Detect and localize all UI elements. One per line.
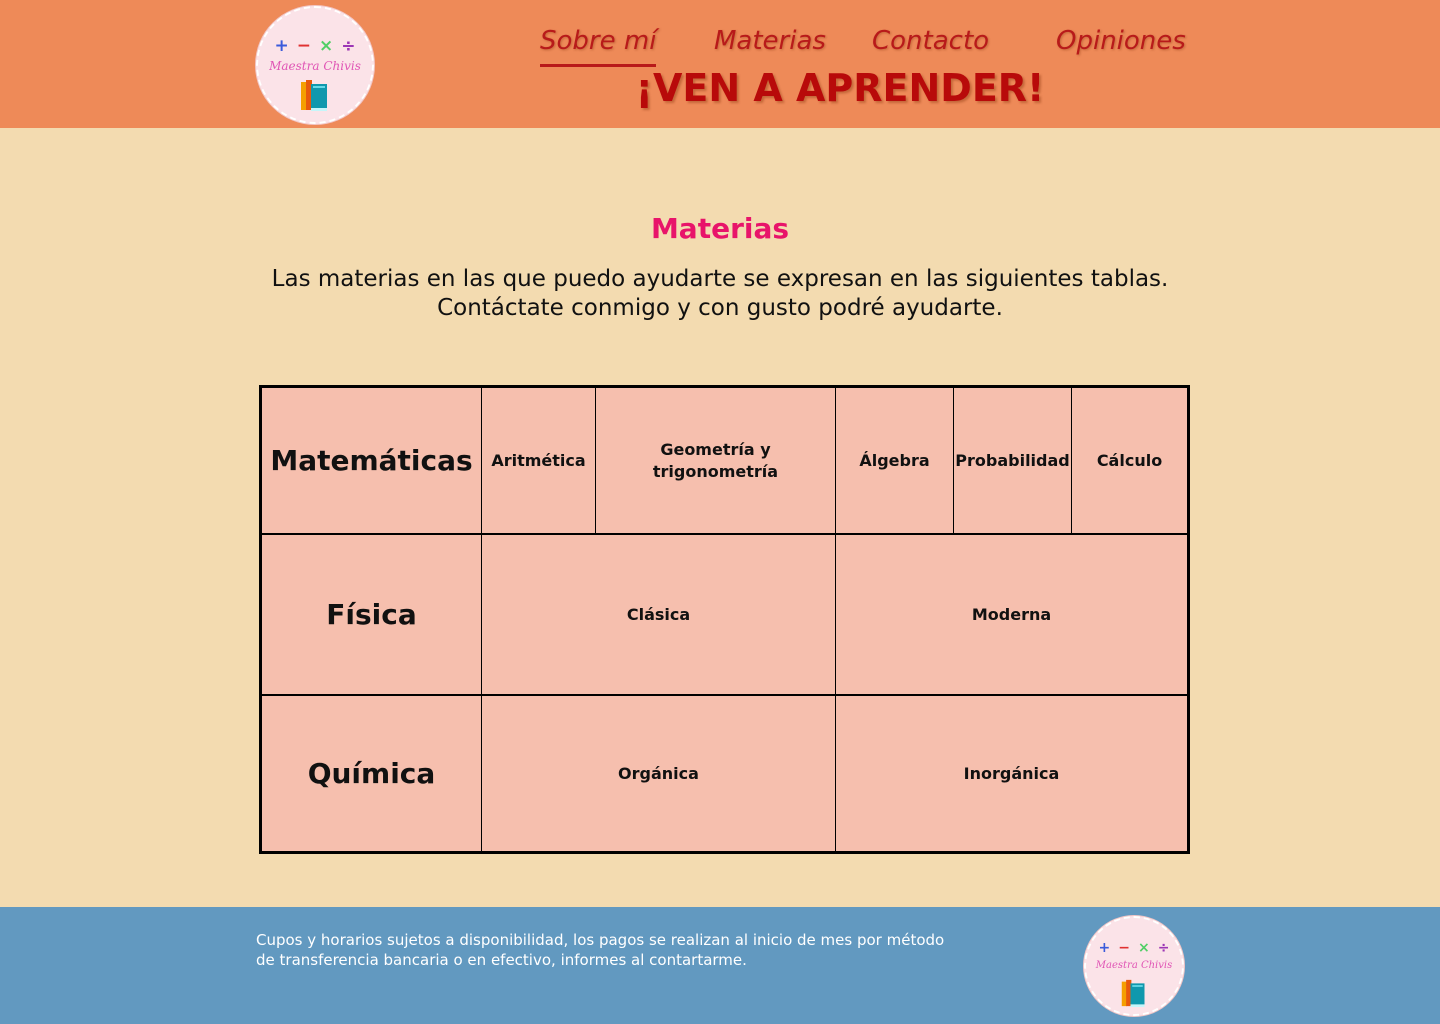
subject-matematicas: Matemáticas <box>260 386 482 536</box>
nav-opiniones[interactable]: Opiniones <box>1056 26 1186 62</box>
topic-inorganica: Inorgánica <box>835 694 1189 854</box>
topic-calculo: Cálculo <box>1071 386 1189 536</box>
math-operators: + − × ÷ <box>258 36 372 56</box>
page-title: Materias <box>650 212 790 245</box>
plus-icon: + <box>1098 940 1111 956</box>
topic-geometria-trigonometria: Geometría y trigonometría <box>595 386 836 536</box>
site-footer: Cupos y horarios sujetos a disponibilida… <box>0 907 1440 1024</box>
times-icon: × <box>1138 940 1150 956</box>
table-row-fisica: Física Clásica Moderna <box>260 533 1189 697</box>
minus-icon: − <box>296 36 311 56</box>
divide-icon: ÷ <box>1157 940 1170 956</box>
subject-quimica: Química <box>260 694 482 854</box>
logo[interactable]: + − × ÷ Maestra Chivis <box>256 6 374 124</box>
topic-aritmetica: Aritmética <box>481 386 596 536</box>
books-icon <box>1120 978 1148 1012</box>
topic-organica: Orgánica <box>481 694 836 854</box>
minus-icon: − <box>1118 940 1130 956</box>
math-operators: + − × ÷ <box>1086 940 1182 956</box>
intro-text-line-1: Las materias en las que puedo ayudarte s… <box>271 266 1169 292</box>
divide-icon: ÷ <box>341 36 356 56</box>
subject-fisica: Física <box>260 533 482 697</box>
times-icon: × <box>319 36 334 56</box>
table-row-quimica: Química Orgánica Inorgánica <box>260 694 1189 854</box>
nav-sobre-mi[interactable]: Sobre mí <box>540 26 657 67</box>
topic-geometria-label: Geometría y trigonometría <box>652 439 779 481</box>
table-row-matematicas: Matemáticas Aritmética Geometría y trigo… <box>260 386 1189 536</box>
topic-probabilidad: Probabilidad <box>953 386 1072 536</box>
footer-logo[interactable]: + − × ÷ Maestra Chivis <box>1084 916 1184 1016</box>
site-header: + − × ÷ Maestra Chivis Sobre mí Materias Co… <box>0 0 1440 128</box>
nav-contacto[interactable]: Contacto <box>872 26 989 62</box>
footer-note: Cupos y horarios sujetos a disponibilida… <box>256 931 945 969</box>
topic-clasica: Clásica <box>481 533 836 697</box>
logo-brand-text: Maestra Chivis <box>269 59 361 73</box>
tagline: ¡VEN A APRENDER! <box>635 66 1045 110</box>
nav-materias[interactable]: Materias <box>714 26 826 62</box>
topic-moderna: Moderna <box>835 533 1189 697</box>
intro-text-line-2: Contáctate conmigo y con gusto podré ayu… <box>437 295 1003 321</box>
plus-icon: + <box>274 36 289 56</box>
subjects-table: Matemáticas Aritmética Geometría y trigo… <box>259 385 1190 854</box>
logo-brand-text: Maestra Chivis <box>1095 960 1173 971</box>
topic-algebra: Álgebra <box>835 386 954 536</box>
books-icon <box>299 78 331 116</box>
